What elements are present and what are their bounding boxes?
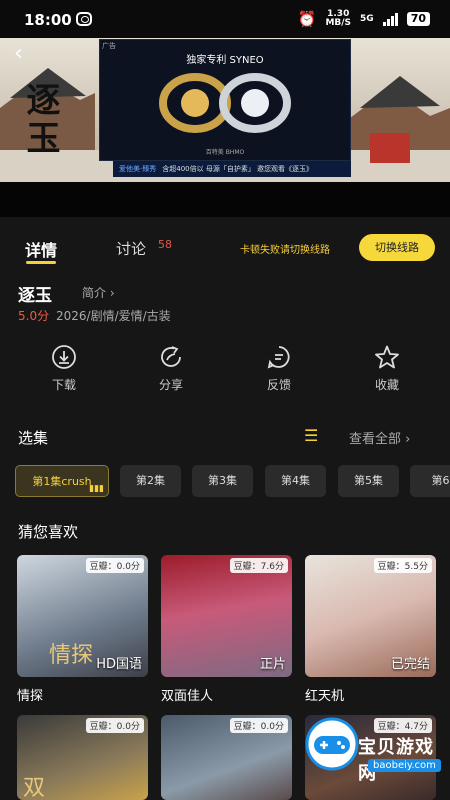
feedback-button[interactable]: 反馈 bbox=[244, 344, 314, 393]
site-watermark: 宝贝游戏网 baobeiy.com bbox=[296, 712, 446, 786]
star-icon bbox=[375, 345, 399, 369]
tab-discuss[interactable]: 讨论 bbox=[116, 238, 146, 259]
video-letterbox bbox=[0, 182, 450, 217]
douban-rating: 豆瓣：0.0分 bbox=[85, 558, 144, 573]
ad-tag: 广告 bbox=[102, 42, 116, 50]
chat-notification-icon bbox=[76, 12, 92, 26]
douban-rating: 豆瓣：5.5分 bbox=[373, 558, 432, 573]
card-title: 情探 bbox=[17, 689, 44, 704]
discuss-count: 58 bbox=[158, 238, 172, 251]
infinity-graphic bbox=[159, 73, 291, 133]
share-icon bbox=[161, 346, 181, 367]
tab-active-indicator bbox=[26, 261, 56, 264]
ad-banner[interactable]: 广告 独家专利 SYNEO 百特美 BHMO bbox=[99, 39, 351, 161]
status-icons: ⏰ 1.30 MB/S 5G 70 bbox=[298, 10, 430, 28]
ad-strip-text: 含超400倍以 母源「自护素」 邀您观看《逐玉》 bbox=[162, 165, 314, 173]
synopsis-link[interactable]: 简介 › bbox=[82, 284, 115, 301]
battery-icon: 70 bbox=[406, 12, 430, 26]
show-title: 逐玉 bbox=[18, 286, 52, 306]
route-hint: 卡顿失败请切换线路 bbox=[240, 245, 330, 256]
download-icon bbox=[52, 345, 76, 369]
download-label: 下载 bbox=[51, 378, 76, 392]
share-label: 分享 bbox=[158, 378, 183, 392]
poster-image: 豆瓣：0.0分 bbox=[161, 715, 292, 800]
net-speed: 1.30 MB/S bbox=[325, 10, 351, 28]
recommend-card[interactable]: 豆瓣：7.6分 正片 双面佳人 bbox=[161, 555, 292, 704]
status-time: 18:00 bbox=[24, 11, 72, 29]
back-button[interactable]: ‹ bbox=[14, 41, 23, 66]
switch-route-button[interactable]: 切换线路 bbox=[359, 234, 435, 261]
feedback-icon bbox=[267, 346, 290, 369]
signal-icon bbox=[382, 12, 398, 26]
episode-list: 第1集crush ▮▮▮ 第2集 第3集 第4集 第5集 第6 bbox=[15, 465, 450, 499]
poster-text: 情探 bbox=[49, 643, 94, 668]
ad-strip-brand: 爱他美·臻秀 bbox=[119, 165, 157, 173]
poster-tag: HD国语 bbox=[96, 657, 142, 672]
episode-list-icon[interactable]: ☰ bbox=[304, 426, 318, 445]
episode-item[interactable]: 第1集crush ▮▮▮ bbox=[15, 465, 109, 497]
favorite-label: 收藏 bbox=[374, 378, 399, 392]
episode-item[interactable]: 第3集 bbox=[192, 465, 253, 497]
share-button[interactable]: 分享 bbox=[136, 344, 206, 393]
poster-image: 豆瓣：0.0分 情探 HD国语 bbox=[17, 555, 148, 677]
card-title: 双面佳人 bbox=[161, 689, 214, 704]
show-meta: 2026/剧情/爱情/古装 bbox=[56, 309, 171, 323]
favorite-button[interactable]: 收藏 bbox=[352, 344, 422, 393]
recommend-card[interactable]: 豆瓣：0.0分 bbox=[161, 715, 292, 800]
view-all-episodes[interactable]: 查看全部 › bbox=[349, 428, 410, 447]
recommend-card[interactable]: 豆瓣：0.0分 情探 HD国语 情探 bbox=[17, 555, 148, 704]
ad-strip[interactable]: 爱他美·臻秀 含超400倍以 母源「自护素」 邀您观看《逐玉》 bbox=[113, 161, 351, 177]
net-speed-unit: MB/S bbox=[325, 18, 352, 28]
poster-image: 豆瓣：7.6分 正片 bbox=[161, 555, 292, 677]
douban-rating: 豆瓣：7.6分 bbox=[229, 558, 288, 573]
poster-text: 双 bbox=[23, 776, 46, 800]
poster-tag: 正片 bbox=[259, 657, 286, 672]
recommend-title: 猜您喜欢 bbox=[18, 523, 79, 541]
episode-item[interactable]: 第2集 bbox=[120, 465, 181, 497]
episode-item[interactable]: 第5集 bbox=[338, 465, 399, 497]
recommend-card[interactable]: 豆瓣：0.0分 双 bbox=[17, 715, 148, 800]
douban-rating: 豆瓣：0.0分 bbox=[85, 718, 144, 733]
gamepad-logo-icon bbox=[305, 717, 359, 771]
poster-tag: 已完结 bbox=[390, 657, 430, 672]
episode-item[interactable]: 第6 bbox=[410, 465, 450, 497]
episodes-title: 选集 bbox=[18, 429, 49, 447]
tab-bar: 详情 讨论 58 卡顿失败请切换线路 切换线路 bbox=[0, 217, 450, 275]
feedback-label: 反馈 bbox=[266, 378, 291, 392]
douban-rating: 豆瓣：0.0分 bbox=[229, 718, 288, 733]
action-bar: 下载 分享 反馈 收藏 bbox=[0, 344, 450, 394]
poster-image: 豆瓣：0.0分 双 bbox=[17, 715, 148, 800]
tab-detail[interactable]: 详情 bbox=[25, 237, 57, 261]
episode-label: 第1集crush bbox=[32, 475, 92, 488]
poster-image: 豆瓣：5.5分 已完结 bbox=[305, 555, 436, 677]
watermark-url: baobeiy.com bbox=[368, 759, 441, 772]
episode-item[interactable]: 第4集 bbox=[265, 465, 326, 497]
video-player[interactable]: ‹ 逐玉 广告 独家专利 SYNEO 百特美 BHMO 爱他美·臻秀 含超400… bbox=[0, 38, 450, 182]
status-bar: 18:00 ⏰ 1.30 MB/S 5G 70 bbox=[0, 0, 450, 38]
signal-label: 5G bbox=[360, 14, 374, 24]
show-logo: 逐玉 bbox=[20, 82, 60, 158]
ad-sub: 百特美 BHMO bbox=[205, 149, 245, 156]
playing-icon: ▮▮▮ bbox=[89, 484, 104, 494]
download-button[interactable]: 下载 bbox=[29, 344, 99, 393]
alarm-icon: ⏰ bbox=[297, 10, 317, 28]
recommend-card[interactable]: 豆瓣：5.5分 已完结 红天机 bbox=[305, 555, 436, 704]
ad-headline: 独家专利 SYNEO bbox=[186, 55, 264, 66]
card-title: 红天机 bbox=[305, 689, 345, 704]
show-score: 5.0分 bbox=[18, 309, 50, 323]
